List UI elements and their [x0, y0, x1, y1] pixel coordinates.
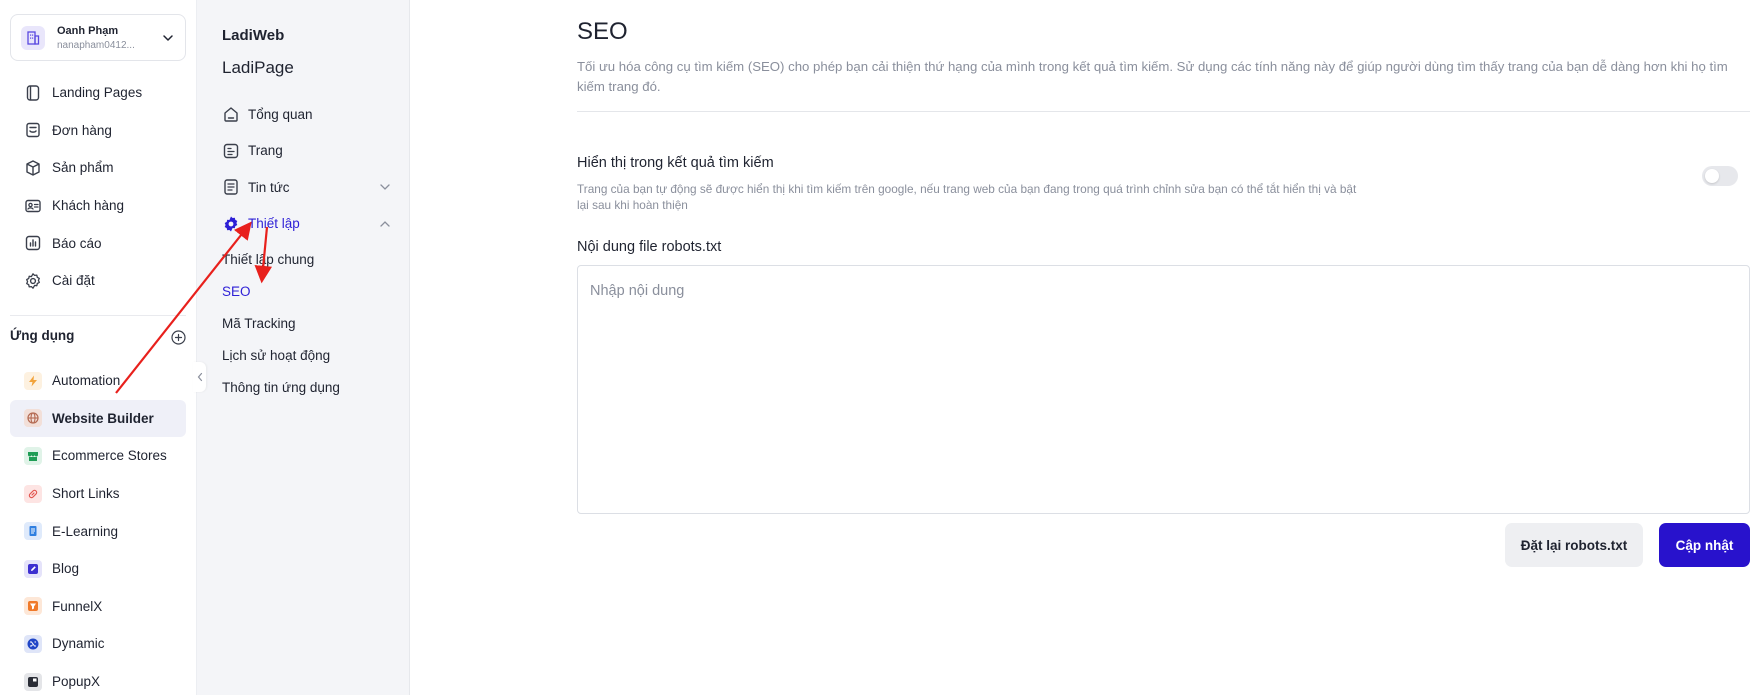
- nav-label: Sản phẩm: [52, 160, 114, 176]
- app-label: E-Learning: [52, 523, 119, 539]
- nav-label: Khách hàng: [52, 198, 125, 214]
- store-icon: [24, 446, 42, 465]
- box-icon: [24, 159, 42, 177]
- app-item-website-builder[interactable]: Website Builder: [10, 399, 186, 438]
- menu-label: Trang: [248, 143, 283, 159]
- collapse-sidebar-button[interactable]: [193, 362, 206, 392]
- app-label: Automation: [52, 373, 121, 389]
- main-content: SEO Tối ưu hóa công cụ tìm kiếm (SEO) ch…: [410, 0, 1762, 695]
- submenu-activity-history[interactable]: Lịch sử hoạt động: [222, 339, 372, 371]
- home-icon: [222, 105, 240, 123]
- site-brand: LadiWeb: [222, 27, 285, 44]
- sidebar-divider: [10, 315, 186, 316]
- news-icon: [222, 178, 240, 196]
- page-title: SEO: [577, 18, 628, 45]
- robots-textarea[interactable]: [577, 265, 1750, 514]
- nav-label: Đơn hàng: [52, 122, 112, 138]
- apps-title: Ứng dụng: [10, 328, 75, 343]
- app-label: Blog: [52, 561, 80, 577]
- chevron-up-icon: [380, 220, 390, 227]
- globe-icon: [24, 409, 42, 428]
- submenu-label: SEO: [222, 283, 251, 299]
- app-label: PopupX: [52, 674, 101, 690]
- nav-label: Báo cáo: [52, 235, 102, 251]
- app-label: Dynamic: [52, 636, 105, 652]
- menu-label: Tổng quan: [248, 106, 313, 122]
- app-label: FunnelX: [52, 598, 103, 614]
- lightning-icon: [24, 371, 42, 390]
- app-label: Ecommerce Stores: [52, 448, 167, 464]
- search-visibility-title: Hiển thị trong kết quả tìm kiếm: [577, 155, 774, 171]
- pencil-square-icon: [24, 559, 42, 578]
- report-icon: [24, 234, 42, 252]
- funnel-icon: [24, 597, 42, 616]
- menu-item-settings[interactable]: Thiết lập: [222, 206, 392, 243]
- submenu-tracking-code[interactable]: Mã Tracking: [222, 307, 372, 339]
- reset-robots-button[interactable]: Đặt lại robots.txt: [1505, 523, 1643, 567]
- chevron-down-icon: [380, 184, 390, 191]
- menu-item-pages[interactable]: Trang: [222, 133, 392, 170]
- submenu-label: Mã Tracking: [222, 315, 296, 331]
- gear-icon: [222, 215, 240, 233]
- app-item-e-learning[interactable]: E-Learning: [10, 512, 186, 550]
- chevron-down-icon: [163, 34, 173, 41]
- nav-item-orders[interactable]: Đơn hàng: [10, 112, 186, 150]
- submenu-seo[interactable]: SEO: [222, 275, 372, 307]
- app-item-ecommerce-stores[interactable]: Ecommerce Stores: [10, 437, 186, 475]
- account-switcher[interactable]: Oanh Phạm nanapham0412...: [10, 14, 186, 61]
- nav-item-landing-pages[interactable]: Landing Pages: [10, 74, 186, 112]
- app-item-dynamic[interactable]: Dynamic: [10, 625, 186, 663]
- nav-item-customers[interactable]: Khách hàng: [10, 187, 186, 225]
- menu-item-news[interactable]: Tin tức: [222, 169, 392, 206]
- app-item-automation[interactable]: Automation: [10, 362, 186, 400]
- orders-icon: [24, 121, 42, 139]
- site-menu: Tổng quan Trang Tin tức Thiết lập: [222, 96, 392, 242]
- book-icon: [24, 522, 42, 541]
- account-email: nanapham0412...: [57, 39, 135, 51]
- account-name: Oanh Phạm: [57, 24, 119, 37]
- left-sidebar: Oanh Phạm nanapham0412... Landing Pages …: [0, 0, 197, 695]
- building-icon: [21, 25, 45, 50]
- apps-list: Automation Website Builder Ecommerce Sto…: [10, 362, 186, 695]
- app-item-blog[interactable]: Blog: [10, 550, 186, 588]
- menu-label: Tin tức: [248, 179, 290, 195]
- app-label: Short Links: [52, 486, 120, 502]
- nav-item-reports[interactable]: Báo cáo: [10, 224, 186, 262]
- add-app-icon[interactable]: [171, 330, 186, 345]
- app-item-popupx[interactable]: PopupX: [10, 663, 186, 695]
- update-button[interactable]: Cập nhật: [1659, 523, 1750, 567]
- search-visibility-description: Trang của bạn tự động sẽ được hiển thị k…: [577, 182, 1357, 212]
- robots-label: Nội dung file robots.txt: [577, 239, 722, 255]
- nav-item-settings[interactable]: Cài đặt: [10, 262, 186, 300]
- app-item-short-links[interactable]: Short Links: [10, 475, 186, 513]
- nav-label: Cài đặt: [52, 273, 95, 289]
- submenu-app-info[interactable]: Thông tin ứng dụng: [222, 371, 372, 403]
- site-name: LadiPage: [222, 58, 294, 77]
- menu-label: Thiết lập: [248, 216, 300, 232]
- page-icon: [222, 142, 240, 160]
- gear-icon: [24, 272, 42, 290]
- submenu-label: Lịch sử hoạt động: [222, 347, 331, 363]
- app-label: Website Builder: [52, 410, 154, 426]
- nav-label: Landing Pages: [52, 85, 143, 101]
- nav-item-products[interactable]: Sản phẩm: [10, 149, 186, 187]
- search-visibility-toggle[interactable]: [1702, 166, 1738, 186]
- landing-pages-icon: [24, 84, 42, 102]
- contact-card-icon: [24, 197, 42, 215]
- section-divider: [577, 111, 1750, 112]
- site-sidebar: LadiWeb LadiPage Tổng quan Trang Tin tức…: [197, 0, 410, 695]
- page-description: Tối ưu hóa công cụ tìm kiếm (SEO) cho ph…: [577, 59, 1728, 94]
- shuffle-icon: [24, 634, 42, 653]
- main-nav: Landing Pages Đơn hàng Sản phẩm Khách hà…: [10, 74, 186, 300]
- toggle-knob: [1705, 169, 1719, 183]
- popup-icon: [24, 672, 42, 691]
- menu-item-overview[interactable]: Tổng quan: [222, 96, 392, 133]
- submenu-label: Thông tin ứng dụng: [222, 379, 340, 395]
- link-icon: [24, 484, 42, 503]
- settings-submenu: Thiết lập chung SEO Mã Tracking Lịch sử …: [222, 243, 372, 403]
- submenu-label: Thiết lập chung: [222, 251, 315, 267]
- chevron-left-icon: [197, 372, 202, 382]
- app-item-funnelx[interactable]: FunnelX: [10, 588, 186, 626]
- submenu-general-settings[interactable]: Thiết lập chung: [222, 243, 372, 275]
